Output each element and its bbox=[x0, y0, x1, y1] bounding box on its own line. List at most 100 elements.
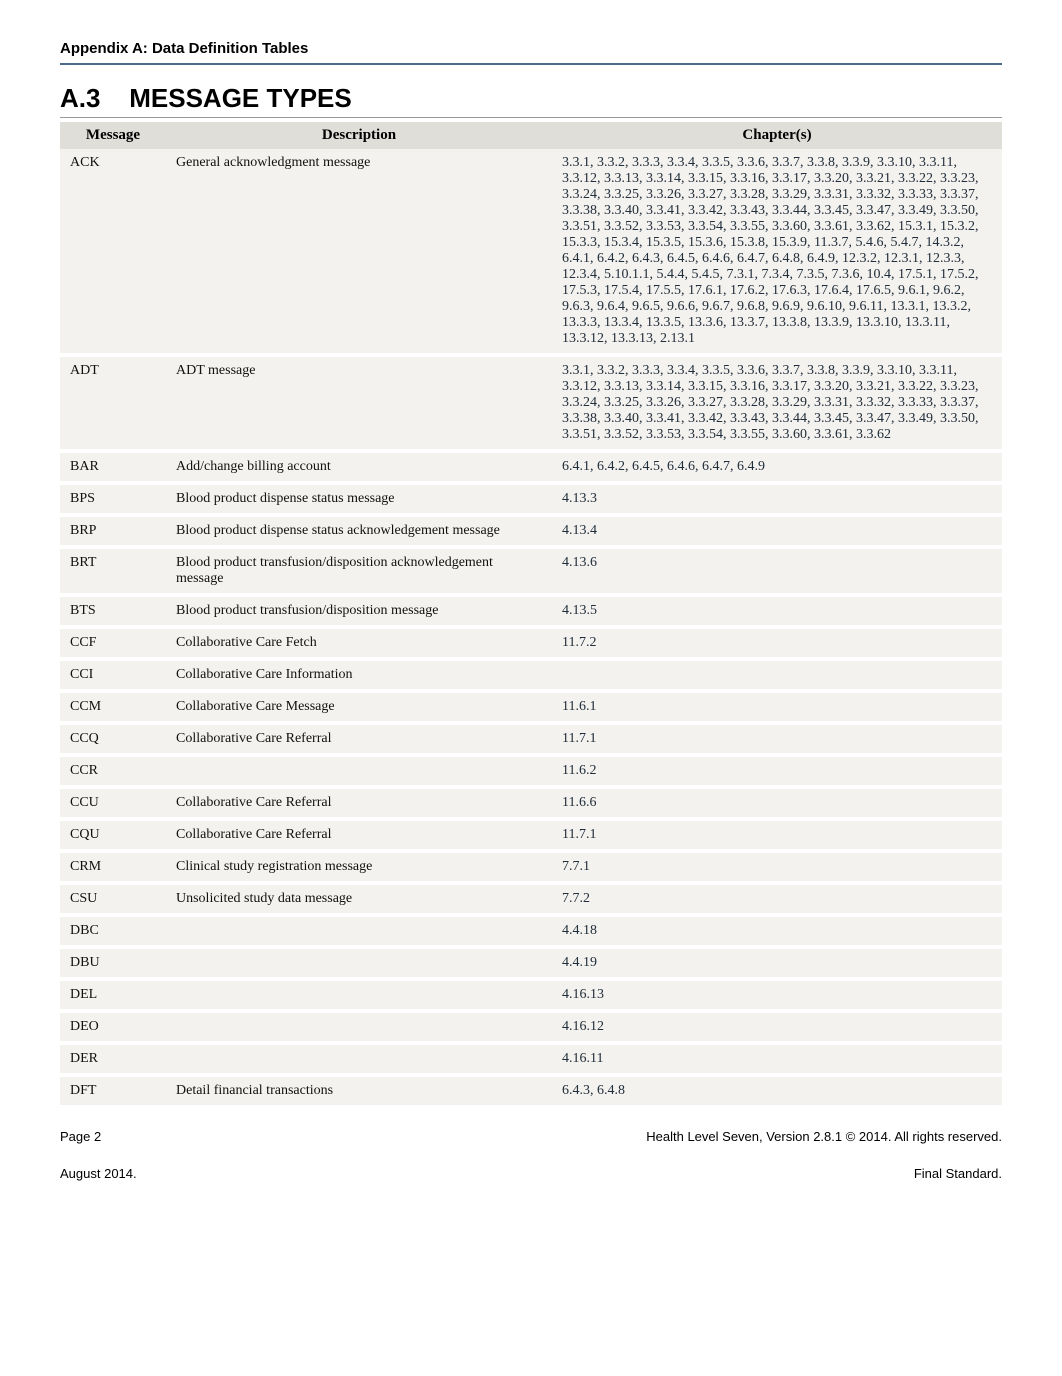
cell-message: BTS bbox=[60, 595, 166, 627]
footer-status: Final Standard. bbox=[914, 1166, 1002, 1181]
cell-chapters: 11.7.2 bbox=[552, 627, 1002, 659]
cell-description: ADT message bbox=[166, 355, 552, 451]
cell-message: CQU bbox=[60, 819, 166, 851]
cell-chapters: 4.13.5 bbox=[552, 595, 1002, 627]
cell-message: CRM bbox=[60, 851, 166, 883]
table-row: ADTADT message3.3.1, 3.3.2, 3.3.3, 3.3.4… bbox=[60, 355, 1002, 451]
col-header-message: Message bbox=[60, 122, 166, 149]
cell-message: BAR bbox=[60, 451, 166, 483]
cell-chapters: 6.4.1, 6.4.2, 6.4.5, 6.4.6, 6.4.7, 6.4.9 bbox=[552, 451, 1002, 483]
table-row: CSUUnsolicited study data message7.7.2 bbox=[60, 883, 1002, 915]
table-row: DEO 4.16.12 bbox=[60, 1011, 1002, 1043]
table-row: DBC 4.4.18 bbox=[60, 915, 1002, 947]
cell-message: CCR bbox=[60, 755, 166, 787]
cell-message: ACK bbox=[60, 149, 166, 355]
cell-description bbox=[166, 947, 552, 979]
col-header-chapters: Chapter(s) bbox=[552, 122, 1002, 149]
cell-chapters: 11.7.1 bbox=[552, 819, 1002, 851]
table-row: CRMClinical study registration message7.… bbox=[60, 851, 1002, 883]
cell-description: Collaborative Care Referral bbox=[166, 819, 552, 851]
footer-date: August 2014. bbox=[60, 1166, 137, 1181]
cell-description: Add/change billing account bbox=[166, 451, 552, 483]
cell-description: Blood product transfusion/disposition me… bbox=[166, 595, 552, 627]
cell-chapters: 4.13.6 bbox=[552, 547, 1002, 595]
table-row: BTSBlood product transfusion/disposition… bbox=[60, 595, 1002, 627]
cell-description bbox=[166, 915, 552, 947]
cell-message: BRP bbox=[60, 515, 166, 547]
table-row: CCMCollaborative Care Message11.6.1 bbox=[60, 691, 1002, 723]
cell-chapters: 4.16.11 bbox=[552, 1043, 1002, 1075]
cell-chapters: 6.4.3, 6.4.8 bbox=[552, 1075, 1002, 1107]
cell-chapters: 7.7.1 bbox=[552, 851, 1002, 883]
cell-chapters: 11.6.1 bbox=[552, 691, 1002, 723]
cell-description: Collaborative Care Referral bbox=[166, 723, 552, 755]
table-row: DEL 4.16.13 bbox=[60, 979, 1002, 1011]
cell-message: BPS bbox=[60, 483, 166, 515]
cell-description bbox=[166, 1043, 552, 1075]
cell-chapters: 11.6.6 bbox=[552, 787, 1002, 819]
cell-chapters: 4.13.4 bbox=[552, 515, 1002, 547]
cell-message: CCF bbox=[60, 627, 166, 659]
cell-description: Blood product dispense status acknowledg… bbox=[166, 515, 552, 547]
cell-description: Collaborative Care Information bbox=[166, 659, 552, 691]
table-row: CCFCollaborative Care Fetch11.7.2 bbox=[60, 627, 1002, 659]
cell-chapters: 11.6.2 bbox=[552, 755, 1002, 787]
cell-message: DFT bbox=[60, 1075, 166, 1107]
cell-description: Unsolicited study data message bbox=[166, 883, 552, 915]
cell-chapters: 4.16.12 bbox=[552, 1011, 1002, 1043]
table-row: CCQCollaborative Care Referral11.7.1 bbox=[60, 723, 1002, 755]
page-header: Appendix A: Data Definition Tables bbox=[60, 40, 1002, 65]
cell-message: DEO bbox=[60, 1011, 166, 1043]
col-header-description: Description bbox=[166, 122, 552, 149]
cell-description bbox=[166, 1011, 552, 1043]
table-row: BPSBlood product dispense status message… bbox=[60, 483, 1002, 515]
cell-description: Detail financial transactions bbox=[166, 1075, 552, 1107]
message-types-table: Message Description Chapter(s) ACKGenera… bbox=[60, 122, 1002, 1109]
cell-chapters: 4.16.13 bbox=[552, 979, 1002, 1011]
cell-description: General acknowledgment message bbox=[166, 149, 552, 355]
table-row: CCUCollaborative Care Referral11.6.6 bbox=[60, 787, 1002, 819]
section-title-text: MESSAGE TYPES bbox=[129, 83, 352, 113]
cell-chapters: 4.13.3 bbox=[552, 483, 1002, 515]
cell-description: Clinical study registration message bbox=[166, 851, 552, 883]
cell-message: DBC bbox=[60, 915, 166, 947]
footer-row-1: Page 2 Health Level Seven, Version 2.8.1… bbox=[60, 1129, 1002, 1144]
table-row: DFTDetail financial transactions6.4.3, 6… bbox=[60, 1075, 1002, 1107]
table-row: BRTBlood product transfusion/disposition… bbox=[60, 547, 1002, 595]
cell-message: DER bbox=[60, 1043, 166, 1075]
cell-message: CCU bbox=[60, 787, 166, 819]
cell-message: CCM bbox=[60, 691, 166, 723]
section-number: A.3 bbox=[60, 83, 122, 114]
cell-description: Collaborative Care Fetch bbox=[166, 627, 552, 659]
cell-chapters: 4.4.19 bbox=[552, 947, 1002, 979]
table-row: CQUCollaborative Care Referral11.7.1 bbox=[60, 819, 1002, 851]
cell-message: CSU bbox=[60, 883, 166, 915]
table-row: CCICollaborative Care Information bbox=[60, 659, 1002, 691]
table-row: ACKGeneral acknowledgment message3.3.1, … bbox=[60, 149, 1002, 355]
copyright-text: Health Level Seven, Version 2.8.1 © 2014… bbox=[646, 1129, 1002, 1144]
footer-row-2: August 2014. Final Standard. bbox=[60, 1166, 1002, 1181]
cell-message: BRT bbox=[60, 547, 166, 595]
cell-chapters: 3.3.1, 3.3.2, 3.3.3, 3.3.4, 3.3.5, 3.3.6… bbox=[552, 149, 1002, 355]
cell-chapters: 7.7.2 bbox=[552, 883, 1002, 915]
cell-description: Collaborative Care Message bbox=[166, 691, 552, 723]
cell-description: Blood product dispense status message bbox=[166, 483, 552, 515]
page-number: Page 2 bbox=[60, 1129, 101, 1144]
cell-description bbox=[166, 755, 552, 787]
cell-chapters: 4.4.18 bbox=[552, 915, 1002, 947]
table-row: BARAdd/change billing account6.4.1, 6.4.… bbox=[60, 451, 1002, 483]
cell-message: CCQ bbox=[60, 723, 166, 755]
table-row: DBU 4.4.19 bbox=[60, 947, 1002, 979]
table-row: BRPBlood product dispense status acknowl… bbox=[60, 515, 1002, 547]
table-row: CCR 11.6.2 bbox=[60, 755, 1002, 787]
cell-message: DBU bbox=[60, 947, 166, 979]
cell-message: CCI bbox=[60, 659, 166, 691]
cell-chapters bbox=[552, 659, 1002, 691]
cell-chapters: 11.7.1 bbox=[552, 723, 1002, 755]
cell-message: DEL bbox=[60, 979, 166, 1011]
cell-chapters: 3.3.1, 3.3.2, 3.3.3, 3.3.4, 3.3.5, 3.3.6… bbox=[552, 355, 1002, 451]
cell-description: Blood product transfusion/disposition ac… bbox=[166, 547, 552, 595]
table-row: DER 4.16.11 bbox=[60, 1043, 1002, 1075]
cell-message: ADT bbox=[60, 355, 166, 451]
cell-description bbox=[166, 979, 552, 1011]
